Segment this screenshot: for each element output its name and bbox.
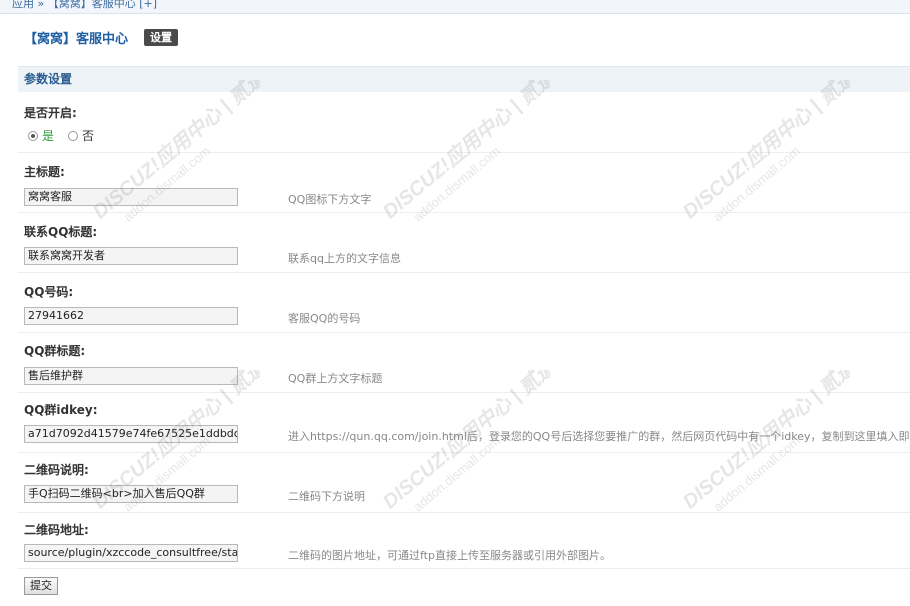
title-input[interactable]: 窝窝客服 (24, 188, 238, 206)
breadcrumb-current: 【窝窝】客服中心 (47, 0, 136, 10)
qr-url-input[interactable]: source/plugin/xzccode_consultfree/static… (24, 544, 238, 562)
group-title-input[interactable]: 售后维护群 (24, 367, 238, 385)
plugin-header: 【窝窝】客服中心 设置 (24, 27, 179, 47)
field-label: 二维码说明: (24, 463, 89, 477)
page-title: 【窝窝】客服中心 (24, 31, 129, 47)
field-tip: QQ群上方文字标题 (288, 372, 383, 385)
field-label: QQ群idkey: (24, 403, 98, 417)
field-tip: 进入https://qun.qq.com/join.html后，登录您的QQ号后… (288, 430, 910, 443)
radio-yes-label[interactable]: 是 (42, 127, 54, 144)
field-row-qr-url: 二维码地址: source/plugin/xzccode_consultfree… (18, 514, 910, 569)
field-label: 二维码地址: (24, 523, 89, 537)
settings-button[interactable]: 设置 (144, 28, 179, 46)
breadcrumb-separator: » (37, 0, 45, 10)
field-tip: 二维码下方说明 (288, 490, 365, 503)
field-row-group-idkey: QQ群idkey: a71d7092d41579e74fe67525e1ddbd… (18, 394, 910, 453)
field-row-contact-title: 联系QQ标题: 联系窝窝开发者 联系qq上方的文字信息 (18, 214, 910, 273)
field-tip: 二维码的图片地址，可通过ftp直接上传至服务器或引用外部图片。 (288, 549, 611, 562)
field-label: 主标题: (24, 165, 65, 179)
field-label: 联系QQ标题: (24, 225, 98, 239)
qr-desc-input[interactable]: 手Q扫码二维码<br>加入售后QQ群 (24, 485, 238, 503)
field-tip: QQ图标下方文字 (288, 193, 372, 206)
field-row-group-title: QQ群标题: 售后维护群 QQ群上方文字标题 (18, 334, 910, 393)
breadcrumb-add-link[interactable]: [+] (139, 0, 157, 10)
field-tip: 联系qq上方的文字信息 (288, 252, 401, 265)
enable-row: 是否开启: 是 否 (18, 97, 910, 153)
radio-no[interactable] (68, 130, 79, 141)
breadcrumb: 应用 » 【窝窝】客服中心 [+] (0, 0, 910, 14)
field-row-qr-desc: 二维码说明: 手Q扫码二维码<br>加入售后QQ群 二维码下方说明 (18, 454, 910, 513)
submit-button[interactable]: 提交 (24, 577, 58, 595)
qq-number-input[interactable]: 27941662 (24, 307, 238, 325)
field-tip: 客服QQ的号码 (288, 312, 361, 325)
radio-no-label[interactable]: 否 (82, 127, 94, 144)
breadcrumb-root[interactable]: 应用 (12, 0, 34, 10)
enable-radio-group: 是 否 (28, 127, 94, 144)
group-idkey-input[interactable]: a71d7092d41579e74fe67525e1ddbdcdb7 (24, 425, 238, 443)
field-label: QQ号码: (24, 285, 74, 299)
radio-yes[interactable] (28, 130, 38, 141)
field-row-title: 主标题: 窝窝客服 QQ图标下方文字 (18, 154, 910, 213)
section-title: 参数设置 (18, 66, 910, 92)
field-label: QQ群标题: (24, 344, 86, 358)
field-row-qq-number: QQ号码: 27941662 客服QQ的号码 (18, 274, 910, 333)
enable-label: 是否开启: (24, 106, 77, 120)
contact-title-input[interactable]: 联系窝窝开发者 (24, 247, 238, 265)
